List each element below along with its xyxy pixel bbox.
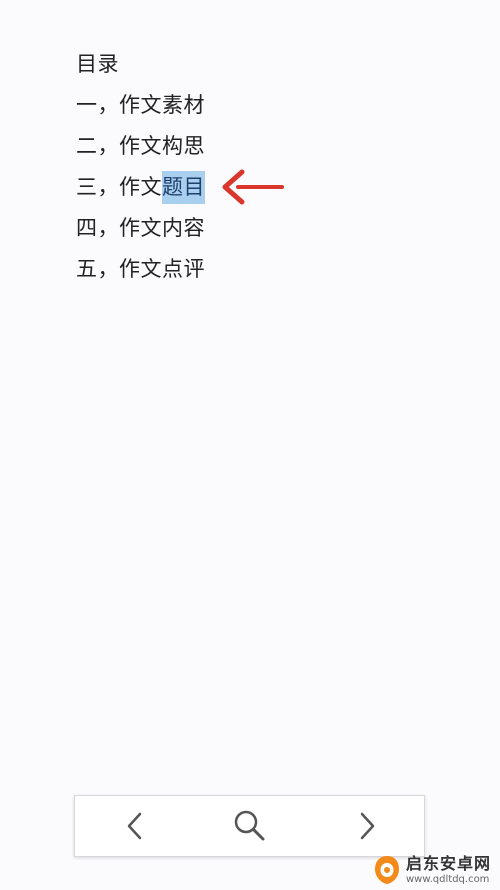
toc-item-3-prefix: 三，作文: [76, 175, 162, 199]
toc-item-4[interactable]: 四，作文内容: [76, 208, 205, 249]
toc-item-3[interactable]: 三，作文题目: [76, 167, 205, 208]
site-watermark: 启东安卓网 www.qdltdq.com: [372, 854, 498, 888]
red-arrow-annotation: [222, 169, 284, 205]
next-button[interactable]: [337, 796, 397, 856]
brand-logo-icon: [375, 856, 399, 884]
previous-button[interactable]: [105, 796, 165, 856]
toc-item-2[interactable]: 二，作文构思: [76, 126, 205, 167]
toc-heading: 目录: [76, 52, 119, 76]
watermark-brand: 启东安卓网: [406, 854, 492, 873]
bottom-toolbar: [74, 795, 425, 857]
document-content: 目录 一，作文素材 二，作文构思 三，作文题目 四，作文内容 五，作文点评: [76, 44, 205, 290]
toc-item-5[interactable]: 五，作文点评: [76, 249, 205, 290]
search-icon: [234, 810, 265, 841]
search-button[interactable]: [220, 796, 280, 856]
toc-item-1[interactable]: 一，作文素材: [76, 85, 205, 126]
selected-text[interactable]: 题目: [162, 171, 205, 204]
chevron-right-icon: [360, 812, 375, 840]
chevron-left-icon: [127, 812, 142, 840]
watermark-url: www.qdltdq.com: [406, 874, 490, 885]
